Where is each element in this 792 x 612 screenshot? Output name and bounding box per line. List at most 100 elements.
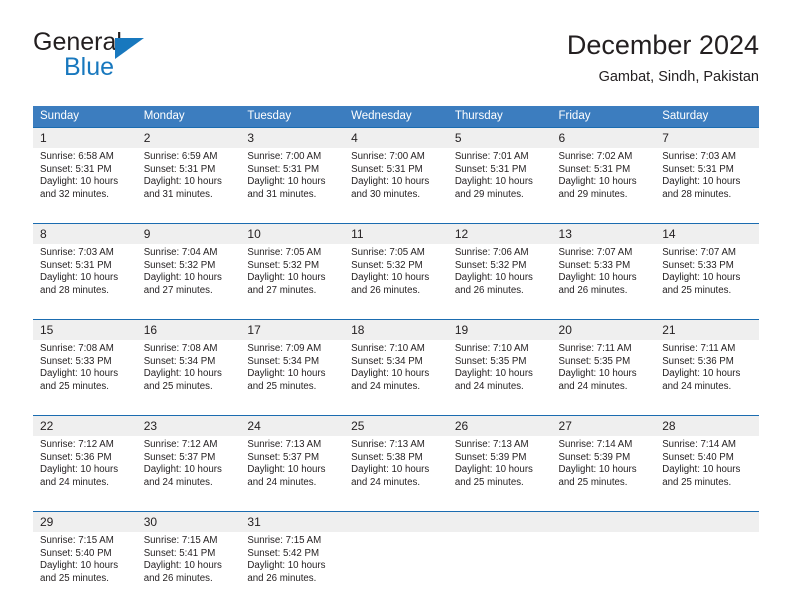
day-number-cell[interactable]: 1 [33,127,137,148]
day-number-cell[interactable]: 13 [551,223,656,244]
day-detail-cell[interactable]: Sunrise: 7:08 AM Sunset: 5:34 PM Daylight:… [136,340,241,407]
day-daylight-2-text: and 31 minutes. [247,188,317,200]
day-number-cell[interactable]: 17 [240,319,345,340]
day-detail-cell[interactable]: Sunrise: 7:10 AM Sunset: 5:34 PM Daylight:… [344,340,448,407]
day-daylight-2-text: and 24 minutes. [454,380,524,392]
day-detail-cell[interactable]: Sunrise: 7:07 AM Sunset: 5:33 PM Daylight:… [551,244,656,311]
day-daylight-1-text: Daylight: 10 hours [662,464,741,476]
day-number-cell[interactable]: 10 [240,223,345,244]
day-number-cell[interactable]: 20 [551,319,656,340]
day-number-cell[interactable]: 24 [240,415,345,436]
day-detail-cell[interactable]: Sunrise: 7:14 AM Sunset: 5:39 PM Daylight:… [551,436,656,503]
day-detail-cell[interactable]: Sunrise: 7:07 AM Sunset: 5:33 PM Daylight:… [655,244,759,311]
day-detail-cell[interactable]: Sunrise: 7:05 AM Sunset: 5:32 PM Daylight:… [344,244,448,311]
day-number-cell[interactable]: 8 [33,223,137,244]
day-sunrise-text: Sunrise: 7:07 AM [662,247,736,258]
day-sunrise-text: Sunrise: 7:12 AM [40,439,114,450]
day-daylight-2-text: and 24 minutes. [143,476,213,488]
day-detail-cell[interactable]: Sunrise: 7:03 AM Sunset: 5:31 PM Daylight:… [33,244,137,311]
day-number-cell[interactable]: 14 [655,223,759,244]
general-blue-logo[interactable]: General Blue [33,28,233,90]
day-detail-cell[interactable]: Sunrise: 7:12 AM Sunset: 5:37 PM Daylight:… [136,436,241,503]
day-detail-cell[interactable]: Sunrise: 7:00 AM Sunset: 5:31 PM Daylight:… [240,148,345,215]
day-daylight-1-text: Daylight: 10 hours [40,368,119,380]
day-sunset-text: Sunset: 5:32 PM [143,259,216,271]
day-number-cell[interactable]: 2 [136,127,241,148]
day-detail-cell[interactable]: Sunrise: 7:06 AM Sunset: 5:32 PM Daylight:… [447,244,552,311]
day-detail-cell[interactable]: Sunrise: 7:13 AM Sunset: 5:38 PM Daylight:… [344,436,448,503]
day-number-cell[interactable]: 5 [447,127,552,148]
day-daylight-2-text: and 25 minutes. [558,476,628,488]
day-daylight-1-text: Daylight: 10 hours [558,368,637,380]
day-detail-cell[interactable]: Sunrise: 7:04 AM Sunset: 5:32 PM Daylight:… [136,244,241,311]
day-number-cell[interactable]: 18 [344,319,448,340]
day-detail-cell[interactable]: Sunrise: 7:05 AM Sunset: 5:32 PM Daylight:… [240,244,345,311]
day-number-cell[interactable]: 19 [447,319,552,340]
day-detail-cell[interactable]: Sunrise: 7:02 AM Sunset: 5:31 PM Daylight:… [551,148,656,215]
day-detail-cell[interactable]: Sunrise: 6:59 AM Sunset: 5:31 PM Daylight:… [136,148,241,215]
day-number-cell[interactable]: 16 [136,319,241,340]
week-spacer [33,503,759,512]
week-spacer [33,407,759,416]
day-daylight-1-text: Daylight: 10 hours [40,464,119,476]
day-daylight-1-text: Daylight: 10 hours [454,368,533,380]
day-sunrise-text: Sunrise: 7:12 AM [143,439,218,450]
day-sunrise-text: Sunrise: 7:01 AM [454,151,529,162]
day-sunrise-text: Sunrise: 7:05 AM [351,247,425,258]
day-daylight-1-text: Daylight: 10 hours [662,368,741,380]
calendar-table: Sunday Monday Tuesday Wednesday Thursday… [33,106,759,599]
calendar-grid: Sunday Monday Tuesday Wednesday Thursday… [33,106,759,599]
day-sunset-text: Sunset: 5:32 PM [454,259,527,271]
week-daynumber-row: 15 16 17 18 19 20 21 [33,319,759,340]
day-number-cell[interactable]: 31 [240,511,345,532]
day-sunset-text: Sunset: 5:36 PM [40,451,112,463]
day-number-cell[interactable]: 15 [33,319,137,340]
day-detail-cell[interactable]: Sunrise: 7:03 AM Sunset: 5:31 PM Daylight:… [655,148,759,215]
day-number-cell[interactable]: 23 [136,415,241,436]
day-number-cell[interactable]: 26 [447,415,552,436]
day-daylight-2-text: and 24 minutes. [351,476,421,488]
day-number-cell[interactable]: 6 [551,127,656,148]
day-sunset-text: Sunset: 5:33 PM [40,355,112,367]
day-detail-cell[interactable]: Sunrise: 7:08 AM Sunset: 5:33 PM Daylight:… [33,340,137,407]
day-sunrise-text: Sunrise: 7:15 AM [143,535,218,546]
day-detail-cell[interactable]: Sunrise: 7:01 AM Sunset: 5:31 PM Daylight:… [447,148,552,215]
day-number-cell[interactable]: 12 [447,223,552,244]
day-number-cell[interactable]: 4 [344,127,448,148]
day-number-cell[interactable]: 11 [344,223,448,244]
day-number-cell[interactable]: 9 [136,223,241,244]
day-detail-cell[interactable]: Sunrise: 7:11 AM Sunset: 5:36 PM Daylight:… [655,340,759,407]
day-detail-cell[interactable]: Sunrise: 7:13 AM Sunset: 5:39 PM Daylight:… [447,436,552,503]
day-detail-cell[interactable]: Sunrise: 6:58 AM Sunset: 5:31 PM Daylight:… [33,148,137,215]
day-detail-cell[interactable]: Sunrise: 7:15 AM Sunset: 5:41 PM Daylight:… [136,532,241,599]
day-sunset-text: Sunset: 5:40 PM [40,547,112,559]
day-daylight-2-text: and 28 minutes. [40,284,109,296]
day-sunrise-text: Sunrise: 7:11 AM [558,343,632,354]
day-detail-cell[interactable]: Sunrise: 7:13 AM Sunset: 5:37 PM Daylight:… [240,436,345,503]
day-number-cell[interactable]: 3 [240,127,345,148]
day-number-cell[interactable]: 25 [344,415,448,436]
day-detail-cell[interactable]: Sunrise: 7:09 AM Sunset: 5:34 PM Daylight:… [240,340,345,407]
day-number-cell[interactable]: 27 [551,415,656,436]
day-detail-cell[interactable]: Sunrise: 7:11 AM Sunset: 5:35 PM Daylight:… [551,340,656,407]
day-sunset-text: Sunset: 5:31 PM [454,163,527,175]
day-number-cell[interactable]: 30 [136,511,241,532]
day-detail-cell[interactable]: Sunrise: 7:12 AM Sunset: 5:36 PM Daylight:… [33,436,137,503]
day-number-cell[interactable]: 22 [33,415,137,436]
day-number-cell[interactable]: 28 [655,415,759,436]
day-daylight-1-text: Daylight: 10 hours [143,464,222,476]
weekday-header-sunday: Sunday [33,106,137,128]
day-detail-cell[interactable]: Sunrise: 7:15 AM Sunset: 5:40 PM Daylight:… [33,532,137,599]
day-number-cell[interactable]: 29 [33,511,137,532]
day-detail-cell[interactable]: Sunrise: 7:00 AM Sunset: 5:31 PM Daylight:… [344,148,448,215]
day-detail-cell[interactable]: Sunrise: 7:10 AM Sunset: 5:35 PM Daylight:… [447,340,552,407]
day-sunset-text: Sunset: 5:33 PM [558,259,631,271]
day-daylight-2-text: and 26 minutes. [351,284,421,296]
day-detail-cell [447,532,552,599]
day-number-cell[interactable]: 7 [655,127,759,148]
day-number-cell[interactable]: 21 [655,319,759,340]
day-number-cell [447,511,552,532]
day-detail-cell[interactable]: Sunrise: 7:14 AM Sunset: 5:40 PM Daylight:… [655,436,759,503]
day-sunset-text: Sunset: 5:31 PM [558,163,631,175]
day-detail-cell[interactable]: Sunrise: 7:15 AM Sunset: 5:42 PM Daylight:… [240,532,345,599]
